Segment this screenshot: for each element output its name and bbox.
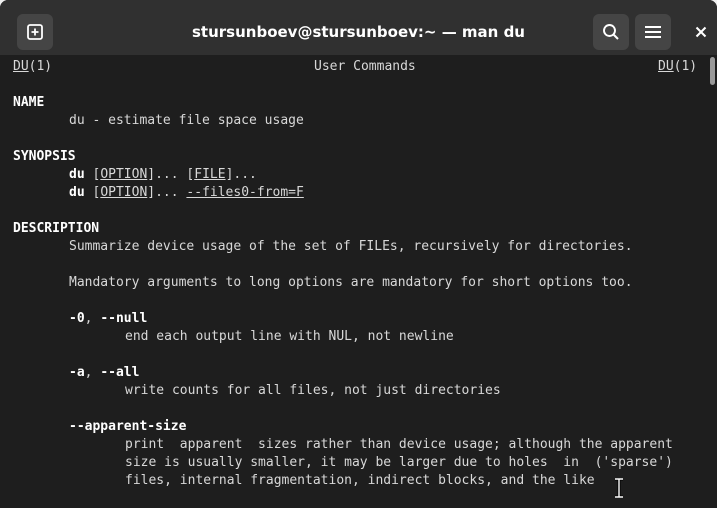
header-center: User Commands — [314, 59, 416, 74]
section-heading-description: DESCRIPTION — [13, 221, 100, 236]
description-text-1: Summarize device usage of the set of FIL… — [69, 239, 633, 254]
scrollbar-thumb[interactable] — [710, 57, 715, 85]
option-null-description: end each output line with NUL, not newli… — [125, 329, 454, 344]
title-bar[interactable]: stursunboev@stursunboev:~ — man du — [0, 0, 717, 55]
synopsis-option: OPTION — [100, 167, 148, 182]
synopsis-ellipsis: ... — [155, 167, 187, 182]
text-cursor-icon — [615, 478, 623, 498]
name-line: du - estimate file space usage — [69, 113, 304, 128]
menu-button[interactable] — [635, 14, 671, 50]
synopsis-bracket: ] — [147, 185, 156, 200]
option-all-description: write counts for all files, not just dir… — [125, 383, 501, 398]
header-right-name: DU — [658, 59, 674, 74]
option-apparent-size-description-1: print apparent sizes rather than device … — [125, 437, 673, 452]
synopsis-ellipsis: ... — [155, 185, 187, 200]
new-tab-icon — [27, 24, 43, 40]
option-separator: , — [84, 365, 101, 380]
option-long-flag: --null — [100, 311, 148, 326]
synopsis-line-1: du [OPTION]... [FILE]... — [69, 166, 257, 184]
synopsis-cmd: du — [69, 167, 85, 182]
search-button[interactable] — [593, 14, 629, 50]
synopsis-files0-from: --files0-from=F — [186, 185, 304, 200]
close-button[interactable] — [688, 20, 714, 44]
option-apparent-size-description-3: files, internal fragmentation, indirect … — [125, 473, 595, 488]
window-title: stursunboev@stursunboev:~ — man du — [192, 23, 525, 41]
scrollbar[interactable] — [710, 57, 715, 507]
new-tab-button[interactable] — [17, 14, 53, 50]
man-header: DU(1) User Commands DU(1) — [13, 58, 703, 76]
synopsis-cmd: du — [69, 185, 85, 200]
header-left-section: (1) — [28, 59, 53, 74]
option-all-flags: -a, --all — [69, 364, 139, 382]
option-apparent-size-description-2: size is usually smaller, it may be large… — [125, 455, 673, 470]
synopsis-file: FILE — [194, 167, 226, 182]
synopsis-bracket: ] — [147, 167, 156, 182]
hamburger-menu-icon — [645, 26, 661, 38]
terminal-window: stursunboev@stursunboev:~ — man du DU(1)… — [0, 0, 717, 508]
synopsis-option: OPTION — [100, 185, 148, 200]
header-right-section: (1) — [673, 59, 698, 74]
section-heading-name: NAME — [13, 95, 45, 110]
option-short-flag: -0 — [69, 311, 85, 326]
synopsis-ellipsis: ... — [233, 167, 257, 182]
option-null-flags: -0, --null — [69, 310, 147, 328]
option-long-flag: --all — [100, 365, 140, 380]
section-heading-synopsis: SYNOPSIS — [13, 149, 76, 164]
synopsis-line-2: du [OPTION]... --files0-from=F — [69, 184, 304, 202]
header-left-name: DU — [13, 59, 29, 74]
option-separator: , — [84, 311, 101, 326]
description-text-2: Mandatory arguments to long options are … — [69, 275, 633, 290]
search-icon — [603, 24, 619, 40]
option-short-flag: -a — [69, 365, 85, 380]
close-icon — [695, 26, 707, 38]
option-apparent-size-flag: --apparent-size — [69, 419, 187, 434]
